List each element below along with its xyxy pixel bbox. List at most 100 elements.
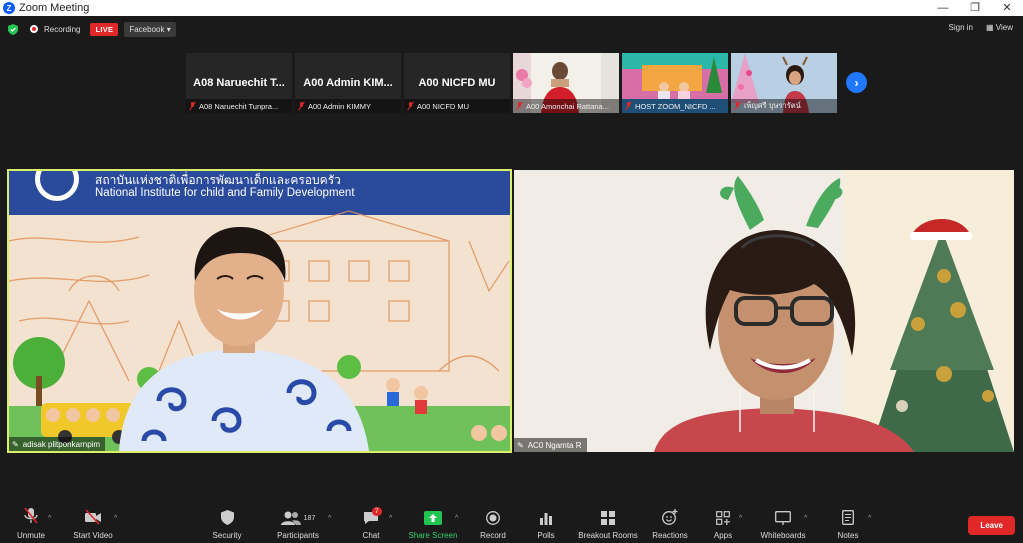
video-off-icon [85, 509, 101, 525]
zoom-logo-icon: Z [3, 2, 15, 14]
participants-count: 187 [303, 515, 316, 522]
share-screen-button[interactable]: Share Screen [406, 503, 460, 543]
participants-options-caret[interactable]: ^ [328, 515, 331, 522]
leave-button[interactable]: Leave [968, 516, 1015, 535]
window-titlebar: Z Zoom Meeting — ❐ ✕ [0, 0, 1023, 16]
apps-button[interactable]: Apps [708, 503, 738, 543]
recording-label: Recording [44, 24, 81, 34]
participants-button[interactable]: 187 Participants [272, 503, 324, 543]
participant-video-large[interactable]: ✎ AC0 Ngamta R [514, 170, 1014, 452]
chevron-right-icon: › [854, 75, 859, 90]
polls-button[interactable]: Polls [530, 503, 562, 543]
participant-name: A00 Amonchai Rattana... [526, 101, 609, 111]
participant-name: HOST ZOOM_NICFD ... [635, 101, 716, 111]
muted-mic-icon [190, 102, 196, 110]
recording-icon [30, 25, 38, 33]
sign-in-link[interactable]: Sign in [949, 23, 973, 32]
share-screen-label: Share Screen [408, 531, 458, 540]
record-button[interactable]: Record [476, 503, 510, 543]
participant-name: AC0 Ngamta R [527, 440, 582, 450]
audio-options-caret[interactable]: ^ [48, 515, 51, 522]
muted-mic-icon [408, 102, 414, 110]
muted-mic-icon [626, 102, 632, 110]
whiteboards-button[interactable]: Whiteboards [758, 503, 808, 543]
participant-tile[interactable]: เพ็ญศรี บุษรารัตน์ [731, 53, 837, 113]
minimize-button[interactable]: — [927, 0, 959, 16]
participant-label: A00 NICFD MU [404, 99, 510, 113]
chat-button[interactable]: 7 Chat [354, 503, 388, 543]
breakout-rooms-label: Breakout Rooms [578, 531, 638, 540]
live-badge[interactable]: LIVE [90, 22, 119, 36]
speaker-name: adisak plitponkarnpim [22, 439, 101, 449]
participant-name-large: A08 Naruechit T... [193, 77, 285, 89]
participant-name: A08 Naruechit Tunpra... [199, 101, 279, 111]
muted-mic-icon [517, 102, 523, 110]
grid-view-icon: ▦ [986, 23, 994, 32]
participant-tile[interactable]: A00 Amonchai Rattana... [513, 53, 619, 113]
shield-icon [220, 510, 234, 525]
meeting-toolbar: Unmute ^ Start Video ^ Security 187 Part… [0, 503, 1023, 543]
reactions-button[interactable]: Reactions [650, 503, 690, 543]
next-page-button[interactable]: › [846, 72, 867, 93]
participant-label: A00 Admin KIMMY [295, 99, 401, 113]
participant-tile[interactable]: A08 Naruechit T... A08 Naruechit Tunpra.… [186, 53, 292, 113]
participant-name: A00 Admin KIMMY [308, 101, 371, 111]
view-button[interactable]: ▦ View [986, 23, 1013, 32]
security-button[interactable]: Security [208, 503, 246, 543]
window-title: Zoom Meeting [19, 2, 90, 14]
breakout-rooms-button[interactable]: Breakout Rooms [576, 503, 640, 543]
muted-mic-icon [24, 507, 38, 524]
whiteboard-icon [775, 511, 791, 525]
maximize-button[interactable]: ❐ [959, 0, 991, 16]
live-stream-label: Facebook [129, 24, 165, 34]
speaker-video-feed [9, 171, 510, 451]
participants-icon [280, 511, 301, 525]
whiteboards-options-caret[interactable]: ^ [804, 515, 807, 522]
record-label: Record [480, 531, 506, 540]
notes-options-caret[interactable]: ^ [868, 515, 871, 522]
participant-tile[interactable]: HOST ZOOM_NICFD ... [622, 53, 728, 113]
participant-name-large: A00 NICFD MU [418, 77, 496, 89]
video-options-caret[interactable]: ^ [114, 515, 117, 522]
chat-label: Chat [362, 531, 380, 540]
notes-button[interactable]: Notes [832, 503, 864, 543]
participant-tile[interactable]: A00 Admin KIM... A00 Admin KIMMY [295, 53, 401, 113]
participant-name: A00 NICFD MU [417, 101, 470, 111]
participant-name-label: ✎ AC0 Ngamta R [514, 438, 587, 452]
chat-options-caret[interactable]: ^ [389, 515, 392, 522]
close-button[interactable]: ✕ [991, 0, 1023, 16]
chat-unread-badge: 7 [372, 507, 382, 516]
muted-mic-icon [735, 102, 741, 110]
meeting-topbar: Recording LIVE Facebook ▾ Sign in ▦ View [0, 16, 1023, 42]
participant-label: A00 Amonchai Rattana... [513, 99, 619, 113]
speaker-name-label: ✎ adisak plitponkarnpim [9, 437, 106, 451]
banner-english-text: National Institute for child and Family … [95, 187, 355, 199]
participant-label: เพ็ญศรี บุษรารัตน์ [731, 99, 837, 113]
notes-icon [842, 510, 854, 525]
encryption-shield-icon[interactable] [8, 23, 18, 35]
participant-strip: A08 Naruechit T... A08 Naruechit Tunpra.… [186, 53, 837, 113]
share-screen-icon [424, 511, 442, 525]
live-stream-dropdown[interactable]: Facebook ▾ [124, 21, 176, 37]
share-options-caret[interactable]: ^ [455, 515, 458, 522]
apps-options-caret[interactable]: ^ [739, 515, 742, 522]
reactions-label: Reactions [652, 531, 688, 540]
polls-label: Polls [537, 531, 555, 540]
breakout-rooms-icon [601, 511, 615, 525]
start-video-button[interactable]: Start Video [70, 503, 116, 543]
view-label: View [995, 23, 1013, 32]
mic-on-icon: ✎ [12, 439, 19, 449]
participant-name: เพ็ญศรี บุษรารัตน์ [744, 101, 801, 110]
unmute-button[interactable]: Unmute [12, 503, 50, 543]
active-speaker-video[interactable]: สถาบันแห่งชาติเพื่อการพัฒนาเด็กและครอบคร… [7, 169, 512, 453]
participant-name-large: A00 Admin KIM... [303, 77, 393, 89]
mic-on-icon: ✎ [517, 440, 524, 450]
start-video-label: Start Video [73, 531, 113, 540]
chevron-down-icon: ▾ [166, 24, 171, 34]
record-icon [486, 511, 500, 525]
participant-video-feed [514, 170, 1014, 452]
unmute-label: Unmute [16, 531, 45, 540]
participant-tile[interactable]: A00 NICFD MU A00 NICFD MU [404, 53, 510, 113]
apps-label: Apps [713, 531, 733, 540]
window-controls: — ❐ ✕ [927, 0, 1023, 16]
